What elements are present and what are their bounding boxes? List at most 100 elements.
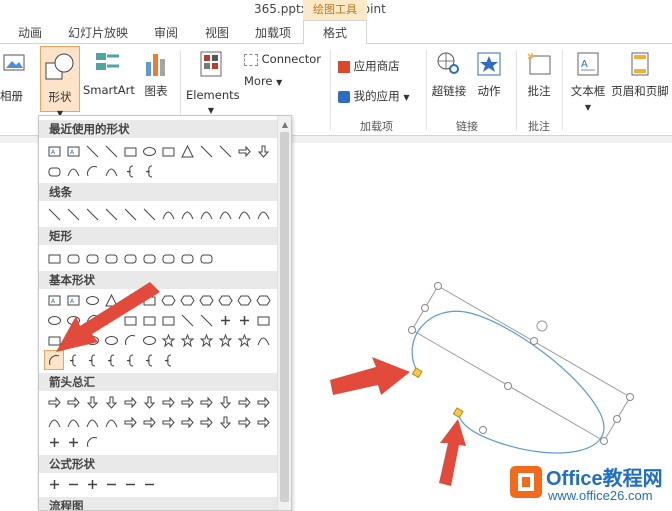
shape-option[interactable] — [140, 162, 158, 180]
shape-option[interactable] — [235, 142, 253, 160]
shape-option[interactable] — [159, 249, 177, 267]
comment-button[interactable]: 批注 — [522, 50, 556, 99]
shape-option[interactable] — [140, 393, 158, 411]
shape-option[interactable] — [121, 249, 139, 267]
shape-option[interactable] — [216, 331, 234, 349]
shape-option[interactable] — [216, 142, 234, 160]
shape-option[interactable] — [64, 393, 82, 411]
shape-option[interactable] — [178, 413, 196, 431]
shape-option[interactable] — [178, 142, 196, 160]
shape-option[interactable] — [159, 351, 177, 369]
shape-option[interactable] — [140, 291, 158, 309]
tab-animations[interactable]: 动画 — [18, 24, 42, 41]
shape-option[interactable] — [216, 205, 234, 223]
shape-option[interactable] — [178, 205, 196, 223]
shape-option[interactable] — [159, 291, 177, 309]
shape-option[interactable] — [83, 475, 101, 493]
shape-option[interactable] — [102, 311, 120, 329]
shape-option[interactable] — [178, 393, 196, 411]
shape-option[interactable] — [102, 249, 120, 267]
shape-option[interactable] — [45, 413, 63, 431]
smartart-button[interactable]: SmartArt — [83, 50, 135, 97]
shape-option[interactable] — [235, 413, 253, 431]
shape-option[interactable]: A — [64, 291, 82, 309]
shape-option[interactable] — [197, 413, 215, 431]
tab-slideshow[interactable]: 幻灯片放映 — [68, 24, 128, 41]
shape-option[interactable] — [216, 291, 234, 309]
shapes-gallery-dropdown[interactable]: 最近使用的形状 AA 线条 矩形 基本形状 AA 箭头总汇 公式形状 流程图 ▲ — [38, 115, 292, 511]
shape-option[interactable] — [102, 351, 120, 369]
shape-option[interactable] — [121, 331, 139, 349]
shape-option[interactable] — [45, 433, 63, 451]
shape-option[interactable] — [102, 331, 120, 349]
shape-option[interactable] — [235, 331, 253, 349]
shape-option[interactable] — [235, 393, 253, 411]
hyperlink-button[interactable]: 超链接 — [430, 50, 468, 99]
shape-option[interactable] — [102, 162, 120, 180]
arc-shape-option[interactable] — [44, 350, 64, 370]
gallery-scrollbar[interactable]: ▲ — [277, 116, 291, 510]
shape-option[interactable] — [178, 311, 196, 329]
shapes-button[interactable]: 形状 ▼ — [40, 46, 80, 118]
shape-option[interactable] — [64, 413, 82, 431]
tab-view[interactable]: 视图 — [205, 24, 229, 41]
shape-option[interactable] — [64, 311, 82, 329]
shape-option[interactable] — [197, 331, 215, 349]
shape-option[interactable] — [102, 413, 120, 431]
tab-addins[interactable]: 加载项 — [255, 24, 291, 41]
shape-option[interactable] — [254, 393, 272, 411]
header-footer-button[interactable]: 页眉和页脚 — [610, 50, 670, 99]
action-button[interactable]: 动作 — [474, 50, 504, 99]
adjust-handle[interactable] — [411, 367, 423, 379]
shape-option[interactable] — [83, 249, 101, 267]
tab-review[interactable]: 审阅 — [154, 24, 178, 41]
shape-option[interactable] — [102, 475, 120, 493]
shape-option[interactable] — [45, 311, 63, 329]
shape-option[interactable] — [121, 351, 139, 369]
shape-option[interactable] — [197, 205, 215, 223]
shape-option[interactable] — [197, 311, 215, 329]
chart-button[interactable]: 图表 — [138, 50, 174, 99]
shape-option[interactable] — [64, 331, 82, 349]
shape-option[interactable] — [83, 162, 101, 180]
shape-option[interactable] — [83, 205, 101, 223]
shape-option[interactable] — [197, 291, 215, 309]
tab-format[interactable]: 格式 — [303, 20, 367, 45]
shape-option[interactable] — [102, 205, 120, 223]
shape-option[interactable] — [254, 331, 272, 349]
shape-option[interactable] — [83, 311, 101, 329]
scroll-thumb[interactable] — [280, 132, 289, 502]
shape-option[interactable] — [178, 331, 196, 349]
shape-option[interactable] — [102, 142, 120, 160]
shape-option[interactable] — [45, 393, 63, 411]
shape-option[interactable] — [121, 475, 139, 493]
shape-option[interactable] — [254, 291, 272, 309]
shape-option[interactable] — [159, 331, 177, 349]
shape-option[interactable] — [159, 311, 177, 329]
shape-option[interactable] — [102, 291, 120, 309]
shape-option[interactable] — [64, 249, 82, 267]
connector-button[interactable]: Connector — [244, 52, 321, 66]
shape-option[interactable] — [197, 249, 215, 267]
shape-option[interactable] — [83, 351, 101, 369]
shape-option[interactable] — [45, 249, 63, 267]
shape-option[interactable] — [140, 311, 158, 329]
shape-option[interactable] — [121, 205, 139, 223]
shape-option[interactable] — [140, 142, 158, 160]
shape-option[interactable] — [102, 393, 120, 411]
shape-option[interactable] — [140, 413, 158, 431]
shape-option[interactable] — [235, 205, 253, 223]
shape-option[interactable] — [45, 475, 63, 493]
scroll-up-icon[interactable]: ▲ — [282, 120, 288, 129]
shape-option[interactable] — [83, 142, 101, 160]
shape-option[interactable] — [216, 413, 234, 431]
shape-option[interactable] — [64, 475, 82, 493]
textbox-button[interactable]: A 文本框 ▼ — [568, 50, 608, 113]
photo-album-button[interactable]: 相册 — [0, 50, 30, 103]
shape-option[interactable] — [64, 351, 82, 369]
elements-button[interactable]: Elements ▼ — [186, 50, 240, 116]
shape-option[interactable] — [121, 413, 139, 431]
more-button[interactable]: More ▼ — [244, 74, 282, 88]
shape-option[interactable] — [140, 249, 158, 267]
shape-option[interactable] — [45, 331, 63, 349]
